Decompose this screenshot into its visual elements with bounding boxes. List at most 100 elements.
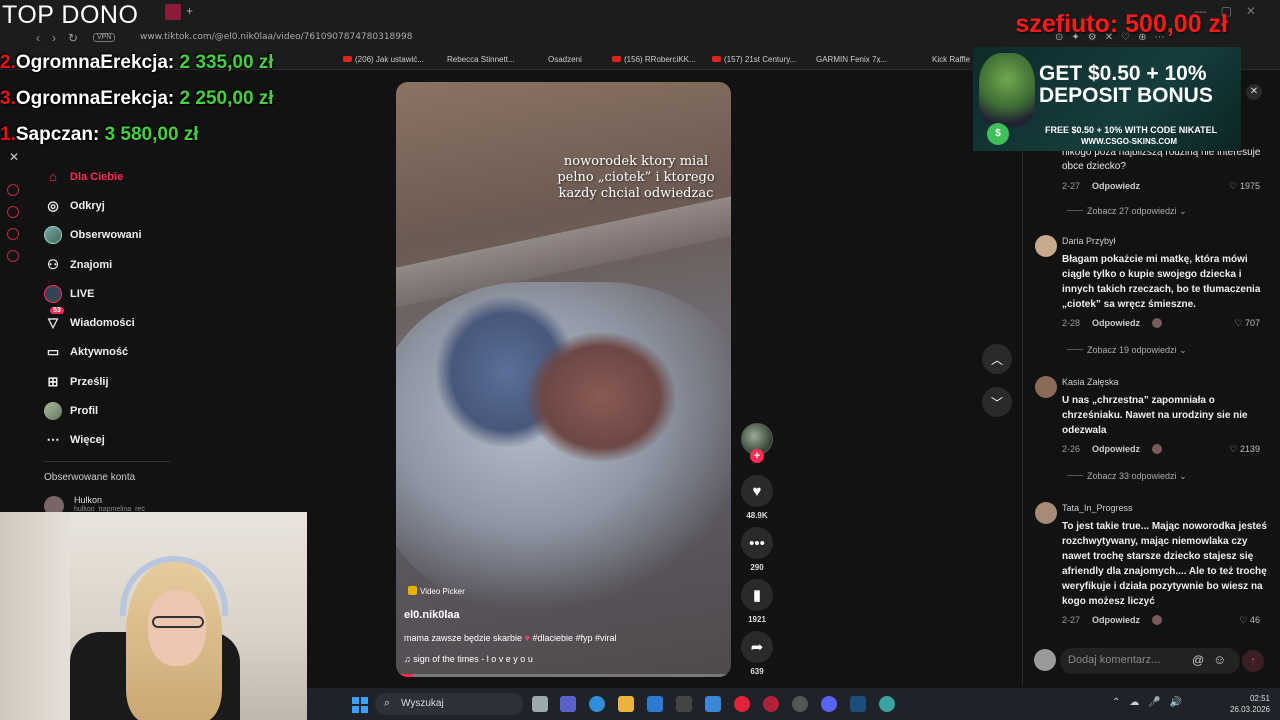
- top-right-donor: szefiuto: 500,00 zł: [1015, 10, 1228, 38]
- opera-icon[interactable]: [734, 696, 750, 712]
- avatar[interactable]: [1035, 376, 1057, 398]
- promo-banner[interactable]: $ GET $0.50 + 10% DEPOSIT BONUS FREE $0.…: [973, 47, 1241, 151]
- divider: [44, 461, 170, 462]
- avatar: [1034, 649, 1056, 671]
- reply-button[interactable]: Odpowiedz: [1092, 444, 1140, 454]
- video-music[interactable]: ♫ sign of the times - l o v e y o u: [404, 654, 533, 664]
- mail-icon[interactable]: [647, 696, 663, 712]
- discord-icon[interactable]: [821, 696, 837, 712]
- live-icon: [44, 284, 62, 303]
- comment-button[interactable]: •••: [741, 527, 773, 559]
- promo-site: WWW.CSGO-SKINS.COM: [1081, 137, 1177, 146]
- emoji-icon: [1152, 318, 1163, 328]
- teams-icon[interactable]: [560, 696, 576, 712]
- share-button[interactable]: ➦: [741, 631, 773, 663]
- mention-icon[interactable]: @: [1192, 653, 1204, 667]
- avatar-icon: [44, 226, 62, 245]
- compass-icon: ◎: [47, 197, 59, 213]
- windows-taskbar: ⌕ Wyszukaj ⌃☁🎤🔊 02:51 26.03.2026: [307, 688, 1280, 720]
- home-icon: ⌂: [49, 169, 57, 185]
- comment-like[interactable]: ♡ 707: [1234, 318, 1260, 329]
- rail-icon[interactable]: [7, 250, 19, 262]
- view-replies-button[interactable]: Zobacz 27 odpowiedzi ⌄: [1067, 206, 1187, 217]
- top-dono-title: TOP DONO: [2, 1, 139, 29]
- sidebar-item-live[interactable]: LIVE: [44, 279, 184, 308]
- tab-favicon[interactable]: [165, 4, 181, 20]
- next-video-button[interactable]: ﹀: [982, 387, 1012, 417]
- donation-entry: 3.OgromnaErekcja: 2 250,00 zł: [0, 88, 274, 109]
- video-player[interactable]: noworodek ktory mial pelno „ciotek” i kt…: [396, 82, 731, 677]
- bookmark-item[interactable]: (156) RRoberciKK...: [612, 55, 696, 64]
- app-icon[interactable]: [705, 696, 721, 712]
- close-icon[interactable]: ✕: [9, 150, 19, 164]
- comment-like[interactable]: ♡ 1975: [1229, 181, 1260, 192]
- reply-button[interactable]: Odpowiedz: [1092, 181, 1140, 191]
- close-ad-button[interactable]: ✕: [1246, 84, 1262, 100]
- previous-video-button[interactable]: ︿: [982, 344, 1012, 374]
- comment-text: U nas „chrzestna” zapomniała o chrześnia…: [1062, 395, 1248, 436]
- system-tray[interactable]: ⌃☁🎤🔊: [1112, 697, 1191, 708]
- bookmark-item[interactable]: (157) 21st Century...: [712, 55, 796, 64]
- bookmark-item[interactable]: Kick Raffle: [932, 55, 970, 64]
- windows-start-icon[interactable]: [352, 697, 368, 713]
- comment-meta: 2-26 Odpowiedz: [1062, 444, 1163, 454]
- app-icon[interactable]: [676, 696, 692, 712]
- video-progress-bar[interactable]: [396, 674, 731, 677]
- tag-icon: [408, 586, 417, 595]
- rail-icon[interactable]: [7, 228, 19, 240]
- comment-username[interactable]: Tata_In_Progress: [1062, 503, 1133, 513]
- comment-like[interactable]: ♡ 46: [1239, 615, 1260, 626]
- task-view-icon[interactable]: [532, 696, 548, 712]
- followed-account[interactable]: Hulkon hulkon_trapmelina_rec: [44, 495, 174, 516]
- nav-buttons[interactable]: ‹›↻: [36, 31, 90, 45]
- view-replies-button[interactable]: Zobacz 19 odpowiedzi ⌄: [1067, 345, 1187, 356]
- bookmark-item[interactable]: Rebecca Stinnett...: [447, 55, 515, 64]
- bookmark-item[interactable]: Osadzeni: [548, 55, 582, 64]
- rail-icon[interactable]: [7, 184, 19, 196]
- avatar[interactable]: [1035, 235, 1057, 257]
- reply-button[interactable]: Odpowiedz: [1092, 615, 1140, 625]
- vpn-badge[interactable]: VPN: [93, 33, 116, 42]
- comment-username[interactable]: Daria Przybył: [1062, 236, 1116, 246]
- sidebar-item-wiecej[interactable]: ⋯ Więcej: [44, 426, 184, 455]
- sidebar-item-znajomi[interactable]: ⚇ Znajomi: [44, 250, 184, 279]
- search-icon: ⌕: [384, 697, 391, 709]
- edge-icon[interactable]: [589, 696, 605, 712]
- reply-button[interactable]: Odpowiedz: [1092, 318, 1140, 328]
- follow-button[interactable]: +: [750, 449, 764, 463]
- sidebar-item-odkryj[interactable]: ◎ Odkryj: [44, 191, 184, 220]
- comment-meta: 2-28 Odpowiedz: [1062, 318, 1163, 328]
- steam-icon[interactable]: [850, 696, 866, 712]
- sidebar-item-profil[interactable]: Profil: [44, 396, 184, 425]
- video-description: mama zawsze będzie skarbie ♥ #dlaciebie …: [404, 633, 617, 643]
- app-icon[interactable]: [792, 696, 808, 712]
- sidebar-item-wiadomosci[interactable]: ▽ 53 Wiadomości: [44, 307, 184, 337]
- file-explorer-icon[interactable]: [618, 696, 634, 712]
- save-button[interactable]: ▮: [741, 579, 773, 611]
- video-username[interactable]: el0.nik0laa: [404, 609, 460, 621]
- avatar[interactable]: [1035, 502, 1057, 524]
- bookmark-item[interactable]: GARMIN Fenix 7x...: [816, 55, 887, 64]
- like-button[interactable]: ♥: [741, 475, 773, 507]
- taskbar-search[interactable]: ⌕ Wyszukaj: [375, 693, 523, 715]
- video-picker-tag[interactable]: Video Picker: [408, 586, 465, 596]
- comment-username[interactable]: Kasia Załęska: [1062, 377, 1119, 387]
- emoji-icon[interactable]: ☺: [1213, 652, 1226, 667]
- app-icon[interactable]: [879, 696, 895, 712]
- comment-text: To jest takie true... Mając noworodka je…: [1062, 521, 1267, 607]
- opera-gx-icon[interactable]: [763, 696, 779, 712]
- sidebar-item-przeslij[interactable]: ⊞ Prześlij: [44, 367, 184, 396]
- url-field[interactable]: www.tiktok.com/@el0.nik0laa/video/761090…: [140, 32, 412, 42]
- bookmark-item[interactable]: (206) Jak ustawić...: [343, 55, 424, 64]
- rail-icon[interactable]: [7, 206, 19, 218]
- sidebar-item-aktywnosc[interactable]: ▭ Aktywność: [44, 338, 184, 367]
- send-button[interactable]: ↑: [1242, 650, 1264, 672]
- donation-entry: 2.OgromnaErekcja: 2 335,00 zł: [0, 52, 274, 73]
- comment-like[interactable]: ♡ 2139: [1229, 444, 1260, 455]
- view-replies-button[interactable]: Zobacz 33 odpowiedzi ⌄: [1067, 471, 1187, 482]
- sidebar-item-obserwowani[interactable]: Obserwowani: [44, 221, 184, 250]
- clock[interactable]: 02:51 26.03.2026: [1230, 693, 1270, 715]
- mascot-image: [979, 53, 1035, 127]
- sidebar-item-dla-ciebie[interactable]: ⌂ Dla Ciebie: [44, 162, 184, 191]
- new-tab-button[interactable]: +: [186, 4, 193, 18]
